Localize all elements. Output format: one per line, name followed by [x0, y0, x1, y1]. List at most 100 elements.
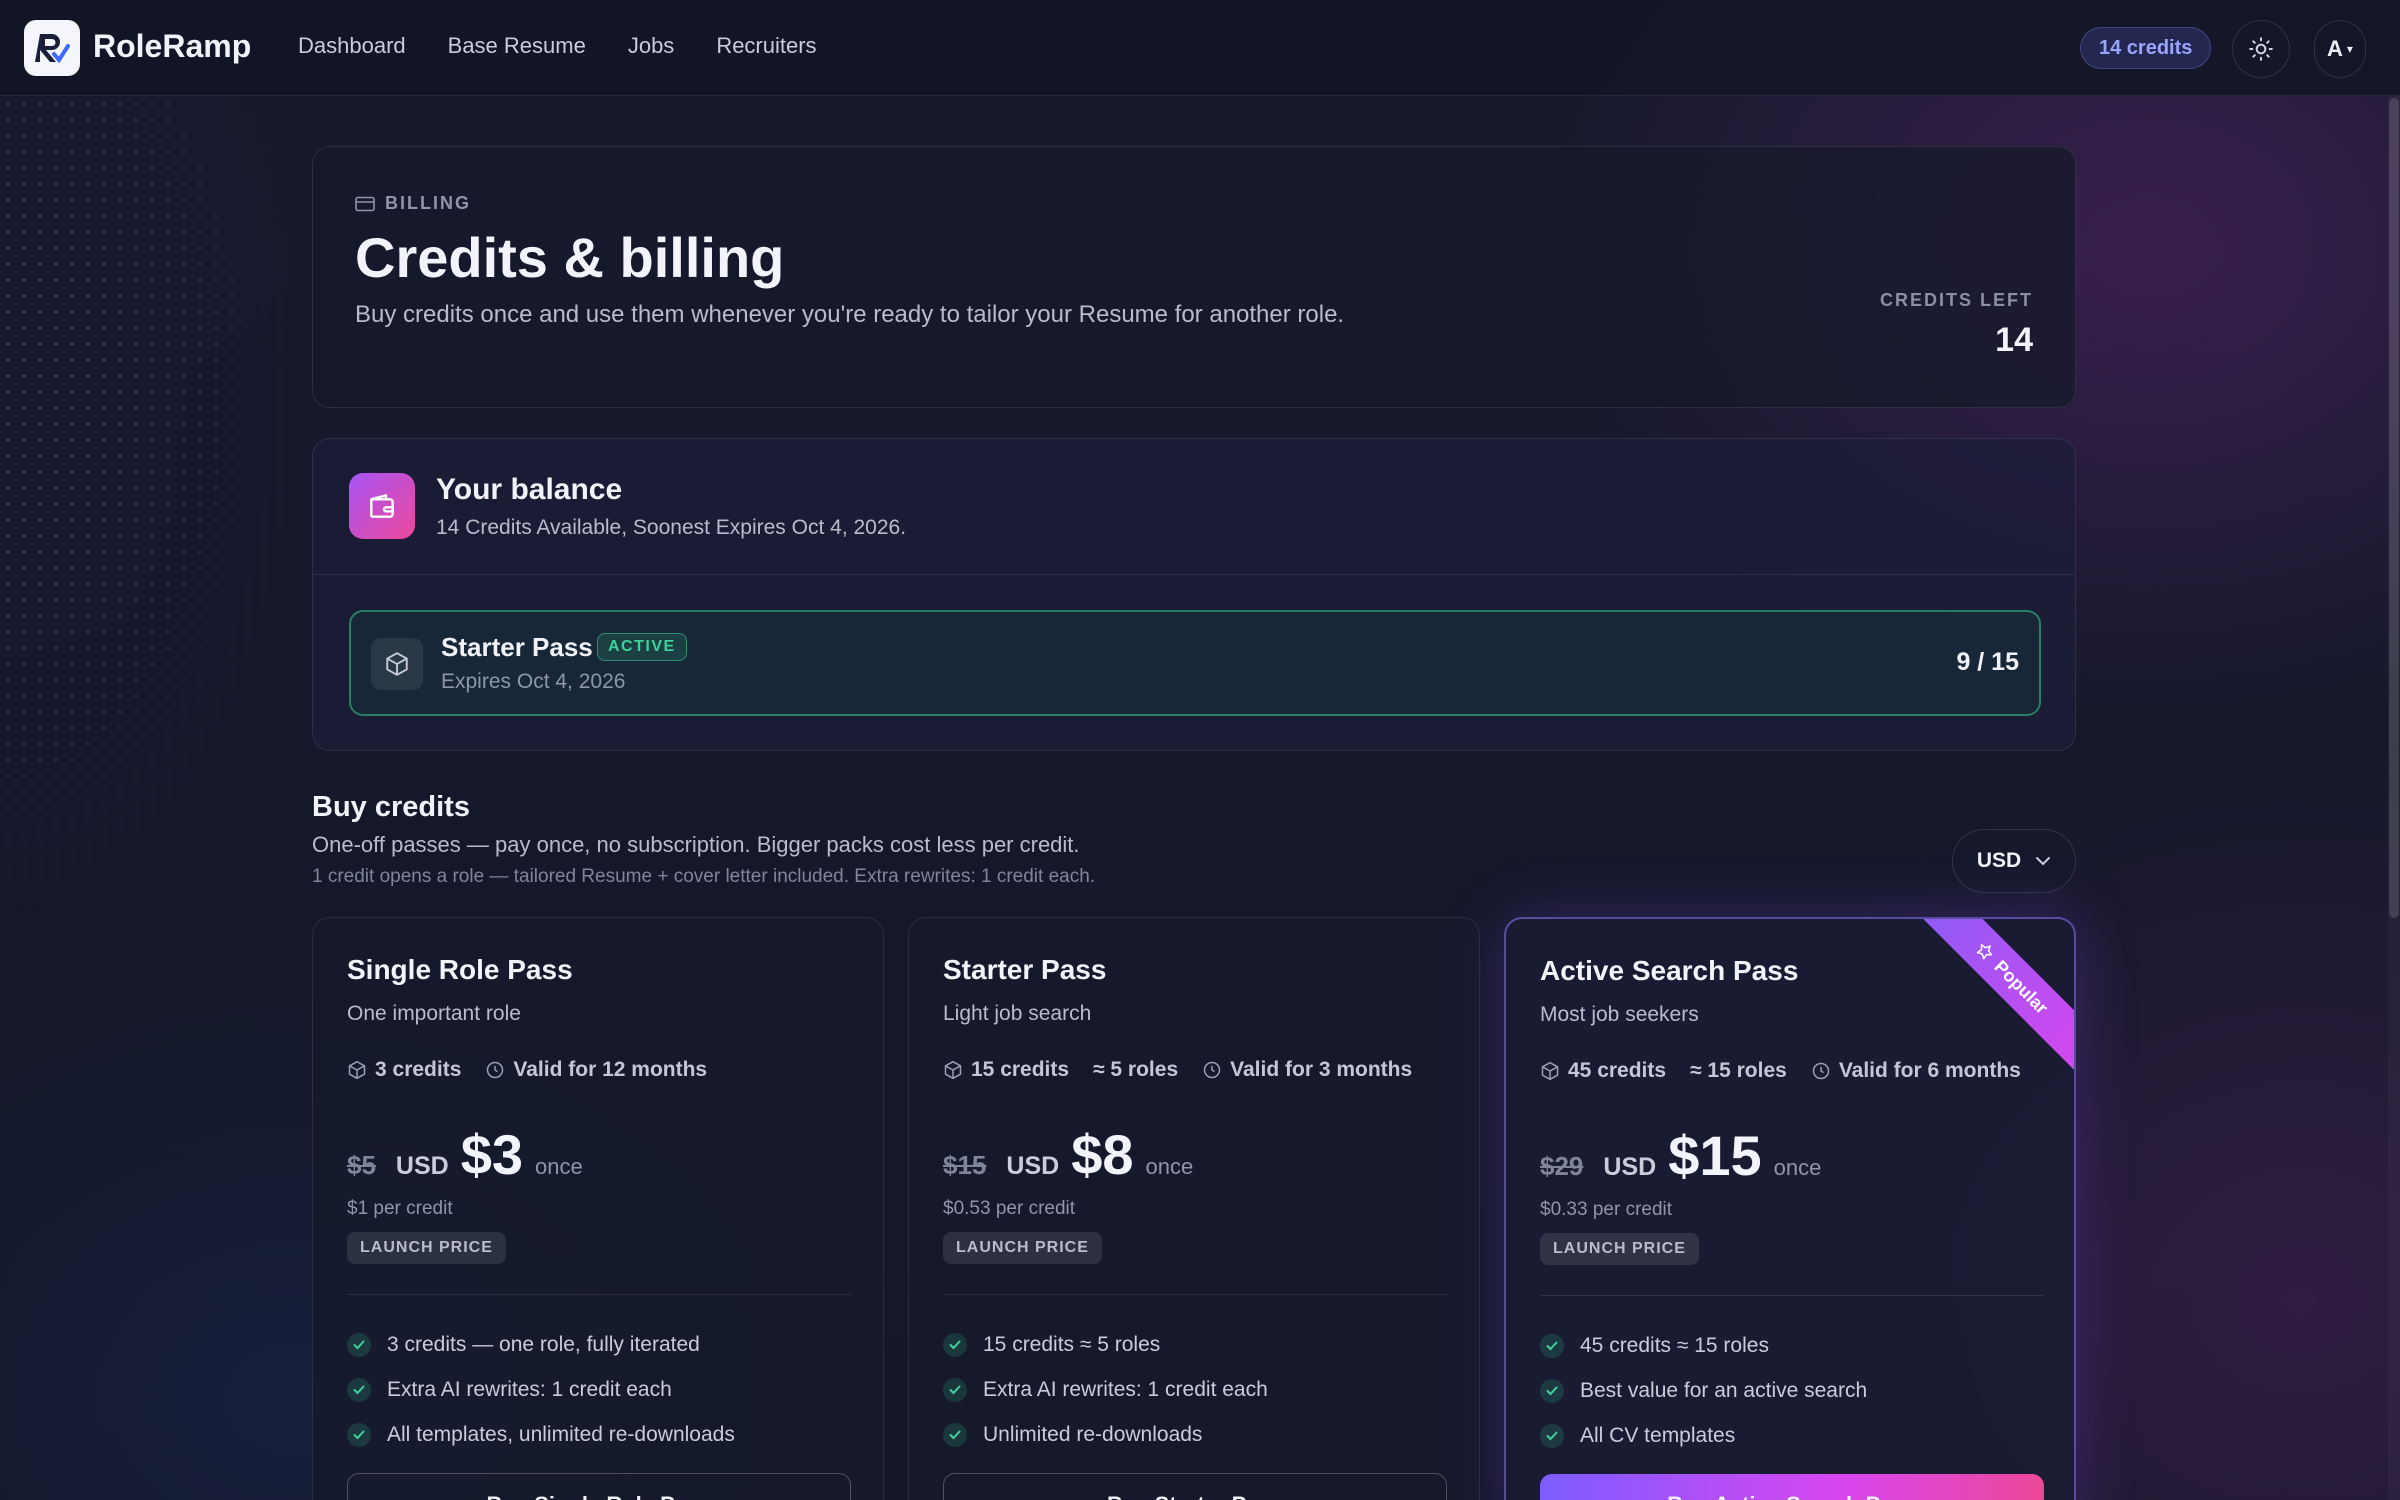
plan-validity: Valid for 6 months [1811, 1059, 2021, 1083]
check-icon [347, 1332, 371, 1357]
launch-price-badge: LAUNCH PRICE [943, 1232, 1102, 1264]
feature-list: 15 credits ≈ 5 roles Extra AI rewrites: … [943, 1322, 1268, 1457]
per-credit-price: $0.33 per credit [1540, 1199, 1673, 1220]
pass-usage: 9 / 15 [1956, 648, 2019, 676]
launch-price-badge: LAUNCH PRICE [1540, 1233, 1699, 1265]
credits-left-label: CREDITS LEFT [1880, 290, 2033, 310]
plan-meta: 15 credits ≈ 5 roles Valid for 3 months [943, 1058, 1412, 1082]
buy-active-search-pass-button[interactable]: Buy Active Search Pass [1540, 1474, 2044, 1500]
pass-expiry: Expires Oct 4, 2026 [441, 670, 626, 693]
plan-credits: 45 credits [1540, 1059, 1666, 1083]
list-item: Extra AI rewrites: 1 credit each [347, 1367, 735, 1412]
package-icon [944, 1060, 962, 1080]
page-subtitle: Buy credits once and use them whenever y… [355, 301, 1345, 328]
price-amount: $8 [1071, 1123, 1134, 1186]
divider [313, 574, 2075, 575]
balance-title: Your balance [436, 473, 623, 506]
old-price: $5 [347, 1150, 376, 1180]
check-icon [943, 1422, 967, 1447]
list-item: 45 credits ≈ 15 roles [1540, 1323, 1867, 1368]
check-icon [943, 1377, 967, 1402]
clock-icon [487, 1061, 504, 1079]
check-icon [347, 1422, 371, 1447]
check-icon [1540, 1378, 1564, 1403]
nav-link-recruiters[interactable]: Recruiters [716, 33, 816, 59]
page-title: Credits & billing [355, 226, 785, 289]
nav-link-dashboard[interactable]: Dashboard [298, 33, 406, 59]
currency-value: USD [1976, 849, 2022, 872]
plan-card-starter: Starter Pass Light job search 15 credits… [908, 917, 1480, 1500]
plan-price: $5 USD $3 once [347, 1122, 583, 1187]
credits-left-value: 14 [1995, 321, 2033, 359]
price-amount: $15 [1668, 1124, 1762, 1187]
plan-roles: ≈ 5 roles [1093, 1058, 1179, 1081]
plan-name: Single Role Pass [347, 954, 573, 985]
divider [943, 1294, 1447, 1295]
divider [1540, 1295, 2044, 1296]
plan-credits: 3 credits [347, 1058, 461, 1082]
list-item: All templates, unlimited re-downloads [347, 1412, 735, 1457]
logo-icon[interactable] [24, 20, 80, 76]
price-amount: $3 [460, 1123, 524, 1186]
scrollbar-thumb[interactable] [2389, 98, 2399, 918]
check-icon [1540, 1423, 1564, 1448]
user-menu-button[interactable]: A ▾ [2314, 20, 2366, 78]
plan-tagline: One important role [347, 1002, 521, 1025]
plan-price: $29 USD $15 once [1540, 1123, 1821, 1188]
per-credit-price: $1 per credit [347, 1198, 453, 1219]
buy-credits-note: 1 credit opens a role — tailored Resume … [312, 866, 1096, 887]
price-period: once [1145, 1154, 1194, 1179]
divider [347, 1294, 851, 1295]
credits-pill[interactable]: 14 credits [2080, 27, 2212, 69]
status-badge: ACTIVE [597, 633, 687, 661]
buy-starter-pass-button[interactable]: Buy Starter Pass [943, 1473, 1447, 1500]
plan-validity: Valid for 12 months [485, 1058, 707, 1082]
sun-icon [2249, 37, 2273, 61]
buy-credits-title: Buy credits [312, 791, 470, 823]
plan-validity: Valid for 3 months [1202, 1058, 1412, 1082]
plan-name: Starter Pass [943, 954, 1107, 985]
price-period: once [1773, 1155, 1822, 1180]
list-item: Unlimited re-downloads [943, 1412, 1268, 1457]
old-price: $29 [1540, 1151, 1584, 1181]
plan-card-single-role: Single Role Pass One important role 3 cr… [312, 917, 884, 1500]
list-item: Extra AI rewrites: 1 credit each [943, 1367, 1268, 1412]
list-item: 3 credits — one role, fully iterated [347, 1322, 735, 1367]
brand-name[interactable]: RoleRamp [93, 28, 251, 65]
plan-tagline: Most job seekers [1540, 1003, 1699, 1026]
package-icon [371, 638, 423, 690]
plan-card-active-search: Popular Active Search Pass Most job seek… [1504, 917, 2076, 1500]
chevron-down-icon: ▾ [2346, 42, 2353, 56]
eyebrow-label: BILLING [385, 193, 471, 213]
list-item: 15 credits ≈ 5 roles [943, 1322, 1268, 1367]
theme-toggle-button[interactable] [2232, 20, 2290, 78]
main-nav: Dashboard Base Resume Jobs Recruiters [298, 33, 817, 59]
plan-price: $15 USD $8 once [943, 1122, 1193, 1187]
balance-card: Your balance 14 Credits Available, Soone… [312, 438, 2076, 751]
buy-single-role-pass-button[interactable]: Buy Single Role Pass [347, 1473, 851, 1500]
active-pass-row: Starter Pass ACTIVE Expires Oct 4, 2026 … [349, 610, 2041, 716]
nav-link-jobs[interactable]: Jobs [628, 33, 674, 59]
plan-name: Active Search Pass [1540, 955, 1799, 986]
price-currency: USD [395, 1152, 449, 1180]
top-nav: RoleRamp Dashboard Base Resume Jobs Recr… [0, 0, 2400, 96]
currency-select[interactable]: USD [1952, 829, 2076, 893]
balance-subtitle: 14 Credits Available, Soonest Expires Oc… [436, 516, 907, 539]
chevron-down-icon [2036, 857, 2051, 866]
plan-meta: 45 credits ≈ 15 roles Valid for 6 months [1540, 1059, 2021, 1083]
billing-eyebrow: BILLING [355, 193, 471, 214]
clock-icon [1812, 1062, 1830, 1080]
price-period: once [535, 1154, 583, 1179]
credit-card-icon [355, 196, 375, 211]
star-icon [1977, 944, 1993, 960]
package-icon [348, 1060, 366, 1080]
check-icon [943, 1332, 967, 1357]
launch-price-badge: LAUNCH PRICE [347, 1232, 506, 1264]
clock-icon [1203, 1061, 1221, 1079]
plan-meta: 3 credits Valid for 12 months [347, 1058, 707, 1082]
price-currency: USD [1603, 1153, 1657, 1181]
wallet-icon [349, 473, 415, 539]
plan-credits: 15 credits [943, 1058, 1069, 1082]
list-item: All CV templates [1540, 1413, 1867, 1458]
nav-link-base-resume[interactable]: Base Resume [448, 33, 586, 59]
